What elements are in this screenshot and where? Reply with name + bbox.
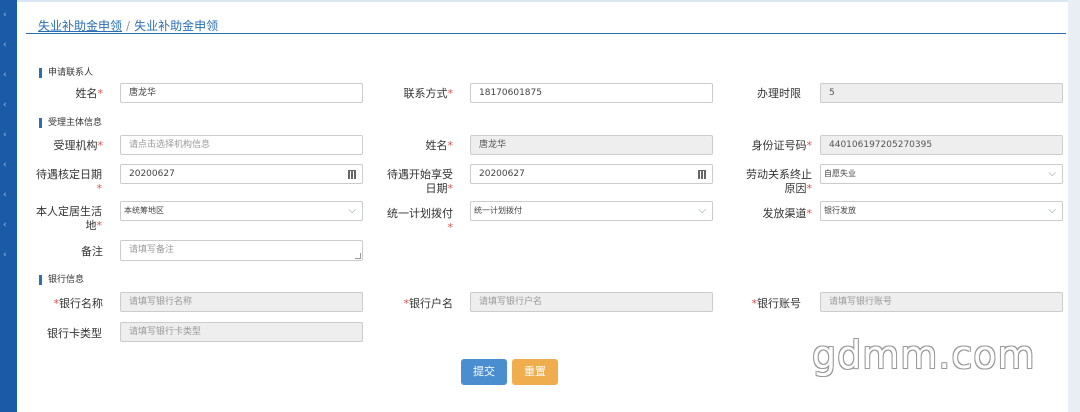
submit-button[interactable]: 提交: [461, 359, 507, 385]
chevron-left-icon[interactable]: ‹: [3, 70, 7, 80]
contact-label: 联系方式*: [403, 87, 454, 100]
approve-date-input[interactable]: 20200627: [120, 164, 363, 184]
card-type-label: 银行卡类型: [47, 327, 102, 340]
approve-date-label: 待遇核定日期 *: [36, 168, 102, 195]
chevron-down-icon: ⌵: [1048, 205, 1056, 216]
bank-name-input[interactable]: 请填写银行名称: [120, 292, 363, 312]
chevron-left-icon[interactable]: ‹: [3, 130, 7, 140]
bank-name-label: *银行名称: [53, 297, 104, 310]
breadcrumb-current: 失业补助金申领: [134, 19, 219, 33]
agency-label: 受理机构*: [53, 139, 104, 152]
channel-select[interactable]: 银行发放 ⌵: [820, 201, 1063, 221]
remark-label: 备注: [81, 245, 103, 258]
channel-label: 发放渠道*: [762, 207, 813, 220]
resize-grip-icon[interactable]: [355, 253, 361, 259]
chevron-left-icon[interactable]: ‹: [3, 100, 7, 110]
remark-textarea[interactable]: 请填写备注: [120, 240, 363, 261]
residence-label: 本人定居生活 地*: [36, 205, 102, 232]
chevron-left-icon[interactable]: ‹: [3, 10, 7, 20]
watermark-logo: gdmm.com: [812, 333, 1036, 377]
chevron-down-icon: ⌵: [698, 205, 706, 216]
residence-select[interactable]: 本统筹地区 ⌵: [120, 201, 363, 221]
account-name-input[interactable]: 请填写银行户名: [470, 292, 713, 312]
breadcrumb-rule: [26, 33, 1066, 34]
right-scroll-edge: [1068, 0, 1080, 412]
subject-name-label: 姓名*: [425, 139, 454, 152]
applicant-name-label: 姓名*: [75, 87, 104, 100]
section-title-subject: 受理主体信息: [39, 118, 102, 128]
allocation-select[interactable]: 统一计划拨付 ⌵: [470, 201, 713, 221]
section-title-applicant: 申请联系人: [39, 68, 93, 78]
top-divider: [17, 0, 1068, 2]
contact-input[interactable]: 18170601875: [470, 83, 713, 103]
subject-name-field: 唐龙华: [470, 135, 713, 155]
chevron-left-icon[interactable]: ‹: [3, 40, 7, 50]
channel-value: 银行发放: [824, 206, 856, 215]
remark-placeholder: 请填写备注: [129, 245, 175, 255]
breadcrumb-parent-link[interactable]: 失业补助金申领: [38, 19, 122, 33]
calendar-icon[interactable]: [348, 170, 356, 179]
card-type-input[interactable]: 请填写银行卡类型: [120, 322, 363, 342]
calendar-icon[interactable]: [698, 170, 706, 179]
start-date-label: 待遇开始享受 日期*: [387, 168, 453, 195]
chevron-left-icon[interactable]: ‹: [3, 220, 7, 230]
breadcrumb-separator: /: [126, 19, 131, 33]
id-number-field: 440106197205270395: [820, 135, 1063, 155]
allocation-value: 统一计划拨付: [474, 206, 522, 215]
start-date-input[interactable]: 20200627: [470, 164, 713, 184]
breadcrumb: 失业补助金申领 / 失业补助金申领: [38, 17, 218, 34]
account-number-input[interactable]: 请填写银行账号: [820, 292, 1063, 312]
section-title-bank: 银行信息: [39, 275, 84, 285]
chevron-down-icon: ⌵: [1048, 168, 1056, 179]
account-number-label: *银行账号: [751, 297, 802, 310]
duration-field: 5: [820, 83, 1063, 103]
reset-button[interactable]: 重置: [512, 359, 558, 385]
residence-value: 本统筹地区: [124, 206, 164, 215]
termination-reason-select[interactable]: 自愿失业 ⌵: [820, 164, 1063, 184]
duration-label: 办理时限: [757, 87, 801, 100]
left-sidebar: ‹ ‹ ‹ ‹ ‹ ‹ ‹ ‹ ‹: [0, 0, 17, 412]
account-name-label: *银行户名: [403, 297, 454, 310]
id-number-label: 身份证号码*: [751, 139, 813, 152]
applicant-name-input[interactable]: 唐龙华: [120, 83, 363, 103]
chevron-left-icon[interactable]: ‹: [3, 160, 7, 170]
chevron-down-icon: ⌵: [348, 205, 356, 216]
termination-reason-value: 自愿失业: [824, 169, 856, 178]
agency-input[interactable]: 请点击选择机构信息: [120, 135, 363, 155]
allocation-label: 统一计划拨付 *: [387, 207, 453, 234]
approve-date-value: 20200627: [129, 169, 175, 179]
termination-reason-label: 劳动关系终止 原因*: [746, 168, 812, 195]
chevron-left-icon[interactable]: ‹: [3, 250, 7, 260]
chevron-left-icon[interactable]: ‹: [3, 190, 7, 200]
start-date-value: 20200627: [479, 169, 525, 179]
